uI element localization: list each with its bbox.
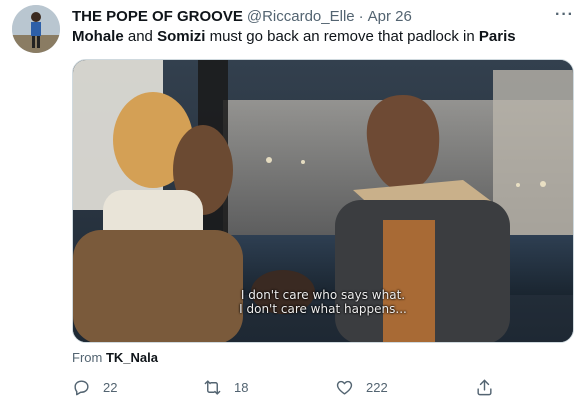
mention-somizi: Somizi (157, 28, 206, 45)
mention-paris: Paris (478, 28, 516, 45)
reply-count: 22 (103, 379, 118, 395)
video-subtitles: I don't care who says what. I don't care… (73, 288, 573, 316)
attribution-prefix: From (72, 350, 106, 365)
tweet-actions: 22 18 222 (72, 376, 574, 400)
tweet-text-part: and (123, 28, 158, 45)
media-attribution: From TK_Nala (72, 350, 158, 365)
reply-button[interactable]: 22 (72, 376, 117, 398)
retweet-icon (204, 379, 221, 395)
mention-mohale: Mohale (72, 28, 124, 45)
retweet-count: 18 (234, 379, 249, 395)
tweet-text: Mohale and Somizi must go back an remove… (72, 27, 516, 47)
retweet-button[interactable]: 18 (203, 376, 248, 398)
like-icon (336, 380, 353, 395)
more-icon[interactable]: ··· (555, 6, 574, 24)
share-button[interactable] (475, 376, 506, 398)
tweet-text-part: must go back an remove that padlock in (205, 28, 479, 45)
attribution-source-link[interactable]: TK_Nala (106, 350, 158, 365)
tweet-date[interactable]: Apr 26 (368, 8, 412, 25)
reply-icon (74, 379, 89, 395)
like-count: 222 (366, 379, 388, 395)
like-button[interactable]: 222 (335, 376, 388, 398)
avatar-image (12, 5, 60, 53)
tweet-media[interactable]: I don't care who says what. I don't care… (72, 59, 574, 343)
share-icon (477, 379, 492, 395)
subtitle-line: I don't care who says what. (240, 288, 406, 302)
separator-dot: · (358, 7, 364, 25)
user-handle[interactable]: @Riccardo_Elle (247, 8, 355, 25)
subtitle-line: I don't care what happens... (239, 302, 407, 316)
display-name[interactable]: THE POPE OF GROOVE (72, 8, 243, 25)
tweet-header: THE POPE OF GROOVE @Riccardo_Elle · Apr … (72, 6, 574, 26)
avatar[interactable] (12, 5, 60, 53)
